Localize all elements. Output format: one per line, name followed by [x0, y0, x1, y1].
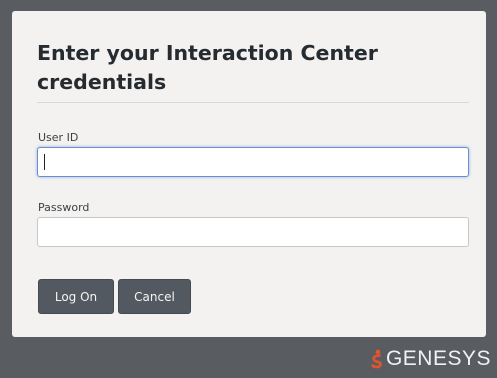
text-cursor: [44, 154, 45, 170]
user-id-input[interactable]: [37, 147, 469, 177]
genesys-logo: GENESYS: [370, 344, 491, 374]
dialog-title: Enter your Interaction Center credential…: [37, 41, 378, 94]
login-dialog: Enter your Interaction Center credential…: [12, 11, 486, 337]
password-input[interactable]: [37, 217, 469, 247]
password-label: Password: [38, 201, 90, 214]
log-on-button[interactable]: Log On: [38, 279, 114, 314]
login-window: Enter your Interaction Center credential…: [0, 0, 497, 378]
title-divider: [37, 102, 469, 103]
brand-name: GENESYS: [385, 347, 491, 370]
genesys-logo-icon: [370, 349, 384, 369]
user-id-label: User ID: [38, 131, 79, 144]
cancel-button[interactable]: Cancel: [118, 279, 191, 314]
